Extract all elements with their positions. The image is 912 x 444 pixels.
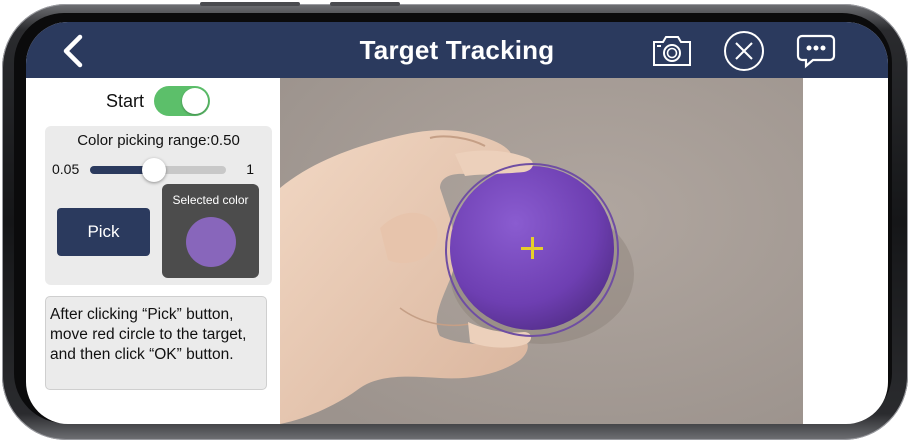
color-picking-panel: Color picking range:0.50 0.05 1 Pick Sel…: [45, 126, 272, 285]
camera-icon: [653, 36, 691, 66]
toggle-knob: [182, 88, 209, 114]
start-toggle[interactable]: [154, 86, 211, 116]
slider-thumb[interactable]: [142, 158, 167, 182]
slider-max-label: 1: [246, 161, 254, 177]
app-screen: Target Tracking Start Color picking rang…: [26, 22, 888, 424]
phone-side-button: [200, 2, 300, 6]
selected-color-label: Selected color: [172, 193, 249, 207]
slider-min-label: 0.05: [52, 161, 80, 177]
chat-bubble-icon: [796, 34, 836, 69]
instructions-text: After clicking “Pick” button, move red c…: [45, 296, 267, 390]
pick-button[interactable]: Pick: [57, 208, 150, 256]
camera-view[interactable]: [280, 78, 803, 424]
nav-bar: Target Tracking: [26, 22, 888, 78]
close-button[interactable]: [722, 29, 766, 73]
phone-side-button: [330, 2, 400, 6]
camera-button[interactable]: [650, 29, 694, 73]
start-row: Start: [106, 85, 211, 117]
selected-color-swatch: [186, 217, 236, 267]
range-slider[interactable]: [90, 158, 226, 182]
start-label: Start: [106, 90, 145, 111]
chat-button[interactable]: [794, 29, 838, 73]
range-label: Color picking range:0.50: [77, 132, 240, 149]
selected-color-box: Selected color: [162, 184, 259, 278]
close-circle-icon: [724, 31, 764, 71]
crosshair-icon: [521, 237, 543, 259]
